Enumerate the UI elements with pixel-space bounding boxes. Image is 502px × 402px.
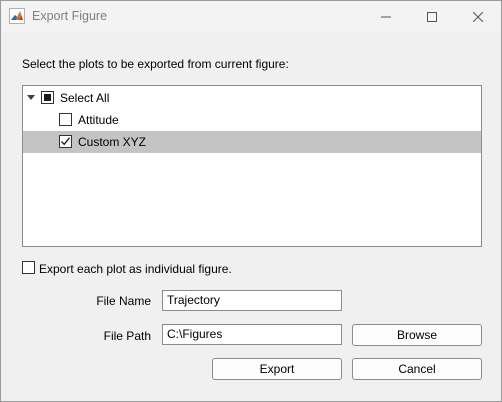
file-name-label: File Name xyxy=(96,294,151,308)
minimize-button[interactable] xyxy=(363,1,409,32)
tree-row-select-all[interactable]: Select All xyxy=(23,87,481,109)
select-all-checkbox[interactable] xyxy=(41,91,54,104)
checkmark-icon xyxy=(61,137,71,146)
custom-xyz-checkbox[interactable] xyxy=(59,135,72,148)
export-figure-dialog: Export Figure Select the plots to be exp… xyxy=(0,0,502,402)
export-each-checkbox[interactable] xyxy=(22,261,35,274)
select-all-label: Select All xyxy=(60,91,110,105)
tree-row-custom-xyz[interactable]: Custom XYZ xyxy=(23,131,481,153)
cancel-button[interactable]: Cancel xyxy=(352,358,482,380)
dialog-content: Select the plots to be exported from cur… xyxy=(1,32,501,401)
title-bar[interactable]: Export Figure xyxy=(1,1,501,32)
export-each-label: Export each plot as individual figure. xyxy=(39,262,232,276)
close-icon xyxy=(473,11,483,22)
window-title: Export Figure xyxy=(32,9,108,23)
maximize-button[interactable] xyxy=(409,1,455,32)
export-button[interactable]: Export xyxy=(212,358,342,380)
matlab-icon xyxy=(9,8,25,24)
expand-caret-icon[interactable] xyxy=(27,95,35,100)
attitude-label: Attitude xyxy=(78,113,119,127)
mixed-state-icon xyxy=(44,94,51,101)
custom-xyz-label: Custom XYZ xyxy=(78,135,147,149)
instructions-label: Select the plots to be exported from cur… xyxy=(22,57,289,71)
plots-tree[interactable]: Select All Attitude Custom XYZ xyxy=(22,85,482,247)
file-path-label: File Path xyxy=(103,329,151,343)
close-button[interactable] xyxy=(455,1,501,32)
minimize-icon xyxy=(381,16,391,17)
attitude-checkbox[interactable] xyxy=(59,113,72,126)
tree-row-attitude[interactable]: Attitude xyxy=(23,109,481,131)
file-path-input[interactable]: C:\Figures xyxy=(162,324,342,345)
browse-button[interactable]: Browse xyxy=(352,324,482,346)
maximize-icon xyxy=(427,11,437,22)
file-name-input[interactable]: Trajectory xyxy=(162,290,342,311)
